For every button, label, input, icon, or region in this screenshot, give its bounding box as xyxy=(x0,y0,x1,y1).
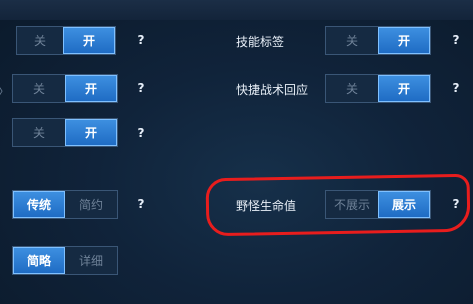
style-option-traditional[interactable]: 传统 xyxy=(13,191,65,218)
help-icon[interactable]: ? xyxy=(449,81,463,95)
skill-tag-label: 技能标签 xyxy=(236,35,285,49)
quick-tactic-off[interactable]: 关 xyxy=(326,75,378,102)
quick-tactic-label: 快捷战术回应 xyxy=(236,83,309,97)
toggle-row-1: 关 开 xyxy=(16,26,116,55)
toggle-row-1-off[interactable]: 关 xyxy=(17,27,63,54)
help-icon[interactable]: ? xyxy=(134,197,148,211)
edge-glyph: 〉 xyxy=(0,83,9,99)
style-toggle: 传统 简约 xyxy=(12,190,118,219)
detail-option-brief[interactable]: 简略 xyxy=(13,247,65,274)
help-icon[interactable]: ? xyxy=(134,126,148,140)
red-annotation-circle xyxy=(205,173,471,237)
detail-option-detailed[interactable]: 详细 xyxy=(65,247,117,274)
style-option-simple[interactable]: 简约 xyxy=(65,191,117,218)
toggle-row-2-on[interactable]: 开 xyxy=(65,75,117,102)
detail-toggle: 简略 详细 xyxy=(12,246,118,275)
help-icon[interactable]: ? xyxy=(134,81,148,95)
top-bar xyxy=(0,0,473,20)
toggle-row-2-off[interactable]: 关 xyxy=(13,75,65,102)
toggle-row-3-off[interactable]: 关 xyxy=(13,119,65,146)
skill-tag-on[interactable]: 开 xyxy=(378,27,430,54)
toggle-row-3-on[interactable]: 开 xyxy=(65,119,117,146)
toggle-row-1-on[interactable]: 开 xyxy=(63,27,115,54)
quick-tactic-toggle: 关 开 xyxy=(325,74,431,103)
skill-tag-toggle: 关 开 xyxy=(325,26,431,55)
quick-tactic-on[interactable]: 开 xyxy=(378,75,430,102)
toggle-row-3: 关 开 xyxy=(12,118,118,147)
help-icon[interactable]: ? xyxy=(449,33,463,47)
help-icon[interactable]: ? xyxy=(134,33,148,47)
toggle-row-2: 关 开 xyxy=(12,74,118,103)
skill-tag-off[interactable]: 关 xyxy=(326,27,378,54)
